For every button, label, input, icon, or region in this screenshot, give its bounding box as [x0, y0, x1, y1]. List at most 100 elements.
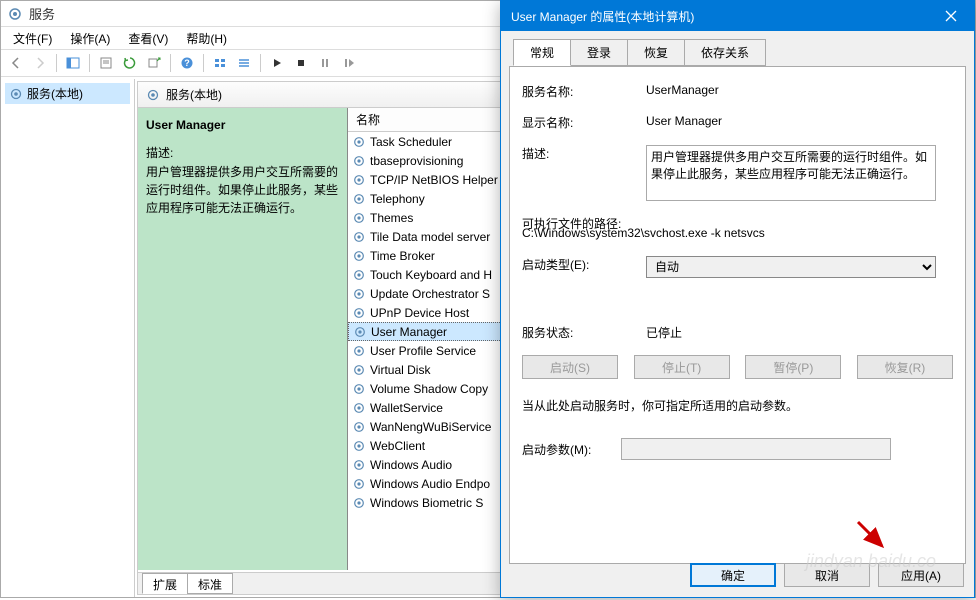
- detail-view-button[interactable]: [233, 52, 255, 74]
- help-button[interactable]: ?: [176, 52, 198, 74]
- details-header-label: 服务(本地): [166, 86, 222, 103]
- tab-recovery[interactable]: 恢复: [627, 39, 685, 66]
- property-tabs: 常规 登录 恢复 依存关系: [501, 31, 974, 66]
- general-tab-content: 服务名称: UserManager 显示名称: User Manager 描述:…: [509, 66, 966, 564]
- exec-path-value: C:\Windows\system32\svchost.exe -k netsv…: [522, 226, 953, 240]
- description-text: 用户管理器提供多用户交互所需要的运行时组件。如果停止此服务，某些应用程序可能无法…: [146, 163, 339, 217]
- service-name-label: 服务名称:: [522, 83, 646, 100]
- gear-icon: [352, 230, 366, 244]
- service-name: Virtual Disk: [370, 363, 430, 377]
- separator: [203, 54, 204, 72]
- service-name: UPnP Device Host: [370, 306, 469, 320]
- show-hide-button[interactable]: [62, 52, 84, 74]
- gear-icon: [352, 192, 366, 206]
- service-name: Windows Audio Endpo: [370, 477, 490, 491]
- status-buttons: 启动(S) 停止(T) 暂停(P) 恢复(R): [522, 355, 953, 379]
- list-view-button[interactable]: [209, 52, 231, 74]
- startup-params-label: 启动参数(M):: [522, 441, 591, 458]
- service-name: Task Scheduler: [370, 135, 452, 149]
- stop-service-button[interactable]: [290, 52, 312, 74]
- service-status-value: 已停止: [646, 324, 953, 341]
- service-name: Time Broker: [370, 249, 435, 263]
- gear-icon: [353, 325, 367, 339]
- display-name-label: 显示名称:: [522, 114, 646, 131]
- service-name: Telephony: [370, 192, 425, 206]
- pause-service-button[interactable]: [314, 52, 336, 74]
- display-name-value: User Manager: [646, 114, 953, 128]
- gear-icon: [352, 458, 366, 472]
- tree-item-label: 服务(本地): [27, 85, 83, 102]
- dialog-titlebar[interactable]: User Manager 的属性(本地计算机): [501, 1, 974, 31]
- tab-logon[interactable]: 登录: [570, 39, 628, 66]
- service-name: Tile Data model server: [370, 230, 490, 244]
- dialog-title: User Manager 的属性(本地计算机): [511, 8, 928, 25]
- start-service-button[interactable]: [266, 52, 288, 74]
- pause-button[interactable]: 暂停(P): [745, 355, 841, 379]
- startup-type-label: 启动类型(E):: [522, 256, 646, 273]
- startup-hint: 当从此处启动服务时，你可指定所适用的启动参数。: [522, 397, 953, 414]
- service-name: WebClient: [370, 439, 425, 453]
- start-button[interactable]: 启动(S): [522, 355, 618, 379]
- gear-icon: [352, 439, 366, 453]
- description-label: 描述:: [522, 145, 646, 162]
- cancel-button[interactable]: 取消: [784, 563, 870, 587]
- gear-icon: [352, 420, 366, 434]
- tab-general[interactable]: 常规: [513, 39, 571, 66]
- description-label: 描述:: [146, 144, 339, 161]
- description-pane: User Manager 描述: 用户管理器提供多用户交互所需要的运行时组件。如…: [138, 108, 348, 570]
- gear-icon: [352, 268, 366, 282]
- tab-dependencies[interactable]: 依存关系: [684, 39, 766, 66]
- back-button[interactable]: [5, 52, 27, 74]
- resume-button[interactable]: 恢复(R): [857, 355, 953, 379]
- menu-file[interactable]: 文件(F): [5, 28, 60, 49]
- gear-icon: [352, 363, 366, 377]
- gear-icon: [352, 135, 366, 149]
- stop-button[interactable]: 停止(T): [634, 355, 730, 379]
- gear-icon: [352, 477, 366, 491]
- menu-view[interactable]: 查看(V): [120, 28, 176, 49]
- service-name: tbaseprovisioning: [370, 154, 463, 168]
- service-name: WalletService: [370, 401, 443, 415]
- tree-item-services-local[interactable]: 服务(本地): [5, 83, 130, 104]
- gear-icon: [352, 382, 366, 396]
- menu-help[interactable]: 帮助(H): [178, 28, 235, 49]
- gear-icon: [352, 496, 366, 510]
- service-name: User Profile Service: [370, 344, 476, 358]
- window-title: 服务: [29, 4, 55, 23]
- selected-service-name: User Manager: [146, 118, 339, 132]
- menu-action[interactable]: 操作(A): [62, 28, 118, 49]
- gear-icon: [146, 88, 160, 102]
- description-textarea[interactable]: 用户管理器提供多用户交互所需要的运行时组件。如果停止此服务，某些应用程序可能无法…: [646, 145, 936, 201]
- service-status-label: 服务状态:: [522, 324, 646, 341]
- service-name: Volume Shadow Copy: [370, 382, 488, 396]
- ok-button[interactable]: 确定: [690, 563, 776, 587]
- restart-service-button[interactable]: [338, 52, 360, 74]
- close-button[interactable]: [928, 1, 974, 31]
- tab-extended[interactable]: 扩展: [142, 573, 188, 594]
- startup-params-input[interactable]: [621, 438, 891, 460]
- services-icon: [7, 6, 23, 22]
- gear-icon: [352, 306, 366, 320]
- gear-icon: [352, 173, 366, 187]
- forward-button[interactable]: [29, 52, 51, 74]
- tree-pane: 服务(本地): [1, 79, 135, 597]
- tab-standard[interactable]: 标准: [187, 573, 233, 594]
- gear-icon: [352, 401, 366, 415]
- apply-button[interactable]: 应用(A): [878, 563, 964, 587]
- service-name: Windows Audio: [370, 458, 452, 472]
- properties-button[interactable]: [95, 52, 117, 74]
- export-button[interactable]: [143, 52, 165, 74]
- service-name: Windows Biometric S: [370, 496, 483, 510]
- separator: [89, 54, 90, 72]
- service-name: Update Orchestrator S: [370, 287, 490, 301]
- separator: [56, 54, 57, 72]
- service-name-value: UserManager: [646, 83, 953, 97]
- gear-icon: [9, 87, 23, 101]
- refresh-button[interactable]: [119, 52, 141, 74]
- gear-icon: [352, 211, 366, 225]
- properties-dialog: User Manager 的属性(本地计算机) 常规 登录 恢复 依存关系 服务…: [500, 0, 975, 598]
- startup-type-select[interactable]: 自动: [646, 256, 936, 278]
- service-name: User Manager: [371, 325, 447, 339]
- gear-icon: [352, 344, 366, 358]
- svg-text:?: ?: [184, 58, 190, 68]
